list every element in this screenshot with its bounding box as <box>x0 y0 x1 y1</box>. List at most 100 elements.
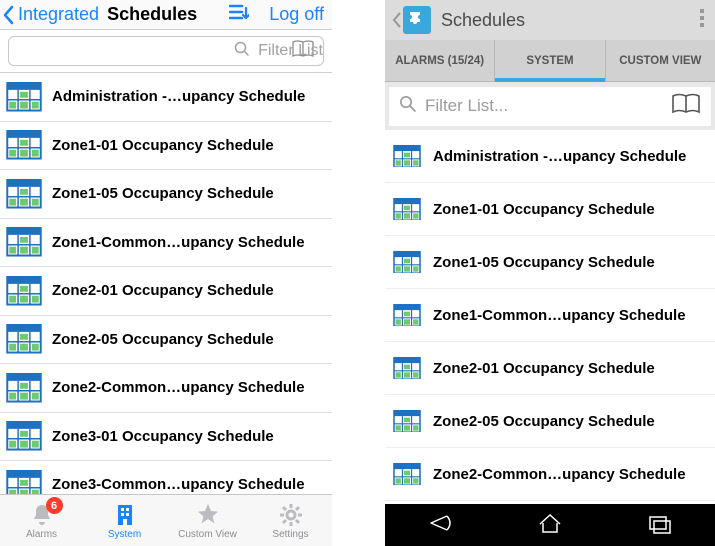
schedule-icon <box>393 251 421 274</box>
android-header: Schedules <box>385 0 715 40</box>
filter-input[interactable]: Filter List <box>8 36 324 66</box>
tab-label: Custom View <box>178 529 237 540</box>
schedule-icon <box>393 410 421 433</box>
list-item[interactable]: Zone1-05 Occupancy Schedule <box>385 236 715 289</box>
book-icon <box>291 39 315 59</box>
tab-alarms[interactable]: 6 Alarms <box>0 495 83 546</box>
tab-alarms[interactable]: ALARMS (15/24) <box>385 40 495 81</box>
building-icon <box>112 502 138 528</box>
back-label: Integrated <box>18 4 99 25</box>
list-item-label: Zone1-Common…upancy Schedule <box>52 234 305 251</box>
star-icon <box>195 502 221 528</box>
schedule-icon <box>393 357 421 380</box>
search-wrap: Filter List... <box>385 82 715 130</box>
schedule-list: Administration -…upancy Schedule Zone1-0… <box>385 130 715 501</box>
ios-screen: Integrated Schedules Log off Filter List <box>0 0 332 546</box>
ios-header: Integrated Schedules Log off <box>0 0 332 30</box>
chevron-left-icon <box>391 10 403 30</box>
list-item[interactable]: Zone1-01 Occupancy Schedule <box>385 183 715 236</box>
list-item[interactable]: Zone1-05 Occupancy Schedule <box>0 170 332 219</box>
overflow-menu[interactable] <box>699 7 709 34</box>
list-item[interactable]: Zone2-05 Occupancy Schedule <box>385 395 715 448</box>
list-item-label: Zone2-01 Occupancy Schedule <box>433 360 655 377</box>
tab-custom-view[interactable]: CUSTOM VIEW <box>606 40 715 81</box>
list-item-label: Zone2-Common…upancy Schedule <box>52 379 305 396</box>
logoff-button[interactable]: Log off <box>269 4 324 25</box>
recent-icon <box>645 512 675 534</box>
list-item-label: Zone2-Common…upancy Schedule <box>433 466 686 483</box>
gear-icon <box>278 502 304 528</box>
ios-tabbar: 6 Alarms System Custom View Settings <box>0 494 332 546</box>
nav-home[interactable] <box>535 512 565 539</box>
chevron-left-icon <box>2 5 16 25</box>
tab-system[interactable]: System <box>83 495 166 546</box>
tab-label: System <box>108 529 141 540</box>
schedule-icon <box>6 421 42 451</box>
page-title: Schedules <box>107 4 197 25</box>
kebab-icon <box>699 7 705 29</box>
sort-button[interactable] <box>229 3 249 26</box>
schedule-icon <box>6 227 42 257</box>
search-icon <box>234 41 250 62</box>
list-item-label: Zone3-01 Occupancy Schedule <box>52 428 274 445</box>
list-item[interactable]: Zone2-05 Occupancy Schedule <box>0 316 332 365</box>
schedule-icon <box>6 179 42 209</box>
list-item[interactable]: Administration -…upancy Schedule <box>0 73 332 122</box>
search-wrap: Filter List <box>0 30 332 73</box>
list-item[interactable]: Zone1-Common…upancy Schedule <box>0 219 332 268</box>
schedule-icon <box>393 463 421 486</box>
list-item-label: Zone2-01 Occupancy Schedule <box>52 282 274 299</box>
bookmark-button[interactable] <box>671 92 701 121</box>
android-navbar <box>385 504 715 546</box>
list-item[interactable]: Administration -…upancy Schedule <box>385 130 715 183</box>
app-logo <box>403 6 431 34</box>
schedule-icon <box>6 130 42 160</box>
android-tabs: ALARMS (15/24) SYSTEM CUSTOM VIEW <box>385 40 715 82</box>
schedule-icon <box>6 82 42 112</box>
filter-placeholder: Filter List... <box>425 96 508 116</box>
tab-system[interactable]: SYSTEM <box>495 40 605 81</box>
home-icon <box>535 512 565 534</box>
list-item-label: Zone1-Common…upancy Schedule <box>433 307 686 324</box>
search-icon <box>399 95 417 118</box>
page-title: Schedules <box>441 10 525 31</box>
filter-input[interactable]: Filter List... <box>389 86 711 126</box>
alarms-badge: 6 <box>46 497 63 514</box>
tab-custom-view[interactable]: Custom View <box>166 495 249 546</box>
schedule-list: Administration -…upancy Schedule Zone1-0… <box>0 73 332 510</box>
list-item[interactable]: Zone1-Common…upancy Schedule <box>385 289 715 342</box>
back-button[interactable] <box>391 6 431 34</box>
list-item[interactable]: Zone2-01 Occupancy Schedule <box>0 267 332 316</box>
bookmark-button[interactable] <box>291 39 315 64</box>
tab-label: Settings <box>272 529 308 540</box>
android-screen: Schedules ALARMS (15/24) SYSTEM CUSTOM V… <box>385 0 715 546</box>
sort-icon <box>229 3 249 21</box>
nav-recent[interactable] <box>645 512 675 539</box>
schedule-icon <box>6 276 42 306</box>
list-item[interactable]: Zone2-Common…upancy Schedule <box>0 364 332 413</box>
schedule-icon <box>6 373 42 403</box>
back-button[interactable]: Integrated <box>2 4 99 25</box>
tab-label: Alarms <box>26 529 57 540</box>
list-item-label: Zone1-01 Occupancy Schedule <box>433 201 655 218</box>
nav-back[interactable] <box>425 512 455 539</box>
list-item-label: Zone1-05 Occupancy Schedule <box>52 185 274 202</box>
list-item-label: Zone1-05 Occupancy Schedule <box>433 254 655 271</box>
list-item-label: Administration -…upancy Schedule <box>52 88 305 105</box>
schedule-icon <box>393 304 421 327</box>
list-item-label: Zone2-05 Occupancy Schedule <box>433 413 655 430</box>
list-item-label: Zone2-05 Occupancy Schedule <box>52 331 274 348</box>
schedule-icon <box>393 198 421 221</box>
schedule-icon <box>6 324 42 354</box>
list-item[interactable]: Zone3-01 Occupancy Schedule <box>0 413 332 462</box>
list-item[interactable]: Zone2-Common…upancy Schedule <box>385 448 715 501</box>
list-item-label: Administration -…upancy Schedule <box>433 148 686 165</box>
list-item[interactable]: Zone1-01 Occupancy Schedule <box>0 122 332 171</box>
tab-settings[interactable]: Settings <box>249 495 332 546</box>
puzzle-icon <box>407 10 427 30</box>
back-icon <box>425 512 455 534</box>
book-icon <box>671 92 701 116</box>
list-item-label: Zone3-Common…upancy Schedule <box>52 476 305 493</box>
list-item-label: Zone1-01 Occupancy Schedule <box>52 137 274 154</box>
list-item[interactable]: Zone2-01 Occupancy Schedule <box>385 342 715 395</box>
